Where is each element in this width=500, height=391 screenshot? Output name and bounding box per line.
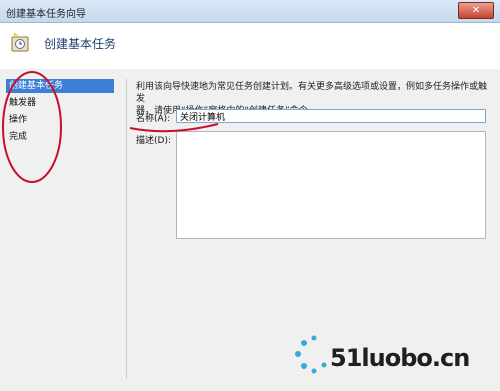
step-create-basic-task[interactable]: 创建基本任务 [6,79,114,93]
title-bar: 创建基本任务向导 ✕ [0,0,500,23]
step-trigger[interactable]: 触发器 [6,96,114,110]
page-title: 创建基本任务 [44,37,117,51]
close-button[interactable]: ✕ [458,2,494,19]
name-input[interactable] [176,109,486,123]
description-line-1: 利用该向导快速地为常见任务创建计划。有关更多高级选项或设置，例如多任务操作或触发 [136,82,488,104]
name-label: 名称(A): [136,114,171,124]
step-finish[interactable]: 完成 [6,130,114,144]
wizard-header: 创建基本任务 [0,23,500,69]
description-label: 描述(D): [136,136,171,146]
sidebar-divider [126,79,127,379]
task-scheduler-icon [11,32,29,52]
watermark: 51luobo.cn [290,318,500,391]
description-textarea[interactable] [176,131,486,239]
window-title: 创建基本任务向导 [6,9,86,20]
wizard-steps: 创建基本任务 触发器 操作 完成 [6,79,114,379]
step-action[interactable]: 操作 [6,113,114,127]
watermark-text: 51luobo.cn [330,344,470,372]
